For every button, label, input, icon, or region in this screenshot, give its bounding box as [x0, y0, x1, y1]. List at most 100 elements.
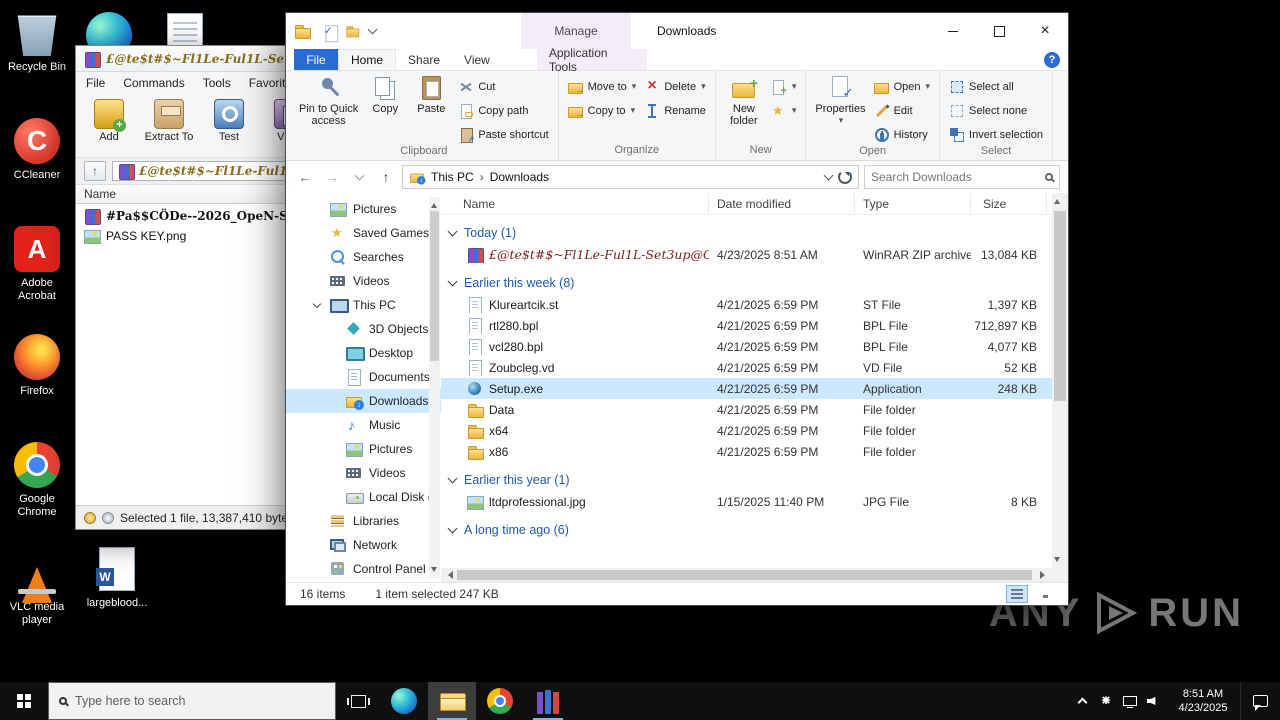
tab-view[interactable]: View [452, 49, 502, 70]
copy-to-button[interactable]: Copy to▾ [565, 100, 640, 121]
minimize-button[interactable] [930, 13, 976, 49]
winrar-menu-tools[interactable]: Tools [203, 76, 231, 90]
sidebar-item-saved-games[interactable]: Saved Games [286, 221, 441, 245]
sidebar-item-documents[interactable]: Documents [286, 365, 441, 389]
sidebar-item-this-pc[interactable]: This PC [286, 293, 441, 317]
edit-button[interactable]: Edit [871, 100, 933, 121]
properties-button[interactable]: Properties▾ [812, 73, 868, 128]
select-all-button[interactable]: Select all [946, 76, 1046, 97]
paste-button[interactable]: Paste [409, 73, 453, 117]
winrar-add-button[interactable]: Add [82, 97, 136, 143]
breadcrumb-this-pc[interactable]: This PC [431, 170, 474, 184]
sidebar-item-desktop[interactable]: Desktop [286, 341, 441, 365]
taskbar-clock[interactable]: 8:51 AM 4/23/2025 [1166, 687, 1240, 715]
up-button[interactable]: ↑ [375, 166, 397, 188]
taskbar-search[interactable]: Type here to search [48, 682, 336, 720]
maximize-button[interactable] [976, 13, 1022, 49]
address-dropdown-chevron-icon[interactable] [824, 171, 834, 181]
qat-new-folder-icon[interactable] [346, 25, 359, 38]
tab-application-tools[interactable]: Application Tools [537, 49, 647, 70]
search-box[interactable]: Search Downloads [864, 165, 1060, 189]
winrar-extract-button[interactable]: Extract To [142, 97, 196, 143]
chrome-taskbar-button[interactable] [476, 682, 524, 720]
tab-file[interactable]: File [294, 49, 338, 70]
column-header-size[interactable]: Size [971, 193, 1047, 214]
google-chrome-desktop-icon[interactable]: Google Chrome [4, 438, 70, 546]
breadcrumb-downloads[interactable]: Downloads [490, 170, 549, 184]
volume-button[interactable] [1142, 682, 1166, 720]
task-view-button[interactable] [336, 682, 380, 720]
close-button[interactable]: × [1022, 13, 1068, 49]
sidebar-item-3d-objects[interactable]: 3D Objects [286, 317, 441, 341]
file-row-zoubcleg-vd[interactable]: Zoubcleg.vd4/21/2025 6:59 PMVD File52 KB [441, 357, 1052, 378]
group-header-earlier-this-year-1[interactable]: Earlier this year (1) [441, 469, 1052, 491]
file-row-klureartcik-st[interactable]: Klureartcik.st4/21/2025 6:59 PMST File1,… [441, 294, 1052, 315]
back-button[interactable]: ← [294, 166, 316, 188]
group-header-today-1[interactable]: Today (1) [441, 222, 1052, 244]
file-row-x86[interactable]: x864/21/2025 6:59 PMFile folder [441, 441, 1052, 462]
sidebar-item-downloads[interactable]: Downloads [286, 389, 441, 413]
details-view-button[interactable] [1006, 585, 1028, 603]
recycle-bin-desktop-icon[interactable]: Recycle Bin [4, 6, 70, 114]
sidebar-item-control-panel[interactable]: Control Panel [286, 557, 441, 581]
horizontal-scrollbar[interactable] [441, 568, 1052, 582]
thumbnails-view-button[interactable] [1032, 585, 1054, 603]
cut-button[interactable]: Cut [455, 76, 551, 97]
file-row-data[interactable]: Data4/21/2025 6:59 PMFile folder [441, 399, 1052, 420]
pin-to-quick-access-button[interactable]: Pin to Quick access [296, 73, 361, 129]
winrar-test-button[interactable]: Test [202, 97, 256, 143]
sidebar-item-libraries[interactable]: Libraries [286, 509, 441, 533]
tray-overflow-button[interactable] [1070, 682, 1094, 720]
new-item-button[interactable]: ▾ [768, 76, 800, 97]
qat-properties-icon[interactable] [321, 25, 334, 38]
search-icon[interactable] [1045, 173, 1053, 181]
move-to-button[interactable]: Move to▾ [565, 76, 640, 97]
paste-shortcut-button[interactable]: Paste shortcut [455, 124, 551, 145]
file-row-rtl280-bpl[interactable]: rtl280.bpl4/21/2025 6:59 PMBPL File712,8… [441, 315, 1052, 336]
help-icon[interactable]: ? [1044, 52, 1060, 68]
file-row-te-t-fl1le-ful1l-set3up-[interactable]: £@te$t#$~Fl1Le-Ful1L-Set3up@Co2...4/23/2… [441, 244, 1052, 265]
easy-access-button[interactable]: ▾ [768, 100, 800, 121]
winrar-taskbar-button[interactable] [524, 682, 572, 720]
invert-selection-button[interactable]: Invert selection [946, 124, 1046, 145]
vlc-desktop-icon[interactable]: VLC media player [4, 546, 70, 654]
refresh-icon[interactable] [838, 170, 852, 184]
sidebar-item-local-disk-c[interactable]: Local Disk (C:) [286, 485, 441, 509]
ccleaner-desktop-icon[interactable]: CCleaner [4, 114, 70, 222]
tab-home[interactable]: Home [338, 49, 396, 70]
column-header-type[interactable]: Type [855, 193, 971, 214]
sidebar-item-pictures[interactable]: Pictures [286, 197, 441, 221]
sidebar-item-network[interactable]: Network [286, 533, 441, 557]
sidebar-item-videos[interactable]: Videos [286, 461, 441, 485]
start-button[interactable] [0, 682, 48, 720]
network-button[interactable] [1118, 682, 1142, 720]
tray-app-button[interactable] [1094, 682, 1118, 720]
new-folder-button[interactable]: New folder [722, 73, 766, 129]
copy-path-button[interactable]: Copy path [455, 100, 551, 121]
file-row-vcl280-bpl[interactable]: vcl280.bpl4/21/2025 6:59 PMBPL File4,077… [441, 336, 1052, 357]
winrar-menu-commands[interactable]: Commands [123, 76, 184, 90]
tab-share[interactable]: Share [396, 49, 452, 70]
qat-customize-chevron-icon[interactable] [368, 25, 378, 35]
file-row-x64[interactable]: x644/21/2025 6:59 PMFile folder [441, 420, 1052, 441]
recent-locations-button[interactable] [348, 166, 370, 188]
file-row-setup-exe[interactable]: Setup.exe4/21/2025 6:59 PMApplication248… [441, 378, 1052, 399]
rename-button[interactable]: Rename [641, 100, 709, 121]
delete-button[interactable]: Delete▾ [641, 76, 709, 97]
explorer-taskbar-button[interactable] [428, 682, 476, 720]
history-button[interactable]: History [871, 124, 933, 145]
sidebar-item-pictures[interactable]: Pictures [286, 437, 441, 461]
winrar-menu-file[interactable]: File [86, 76, 105, 90]
word-doc-desktop-icon[interactable]: largeblood... [84, 542, 150, 610]
sidebar-item-searches[interactable]: Searches [286, 245, 441, 269]
file-row-ltdprofessional-jpg[interactable]: ltdprofessional.jpg1/15/2025 11:40 PMJPG… [441, 491, 1052, 512]
action-center-button[interactable] [1240, 682, 1280, 720]
select-none-button[interactable]: Select none [946, 100, 1046, 121]
forward-button[interactable]: → [321, 166, 343, 188]
column-header-name[interactable]: Name [441, 193, 709, 214]
nav-scrollbar[interactable] [429, 197, 440, 578]
column-header-date-modified[interactable]: Date modified [709, 193, 855, 214]
explorer-titlebar[interactable]: Manage Downloads × [286, 13, 1068, 49]
winrar-up-button[interactable]: ↑ [84, 161, 106, 181]
sidebar-item-music[interactable]: Music [286, 413, 441, 437]
